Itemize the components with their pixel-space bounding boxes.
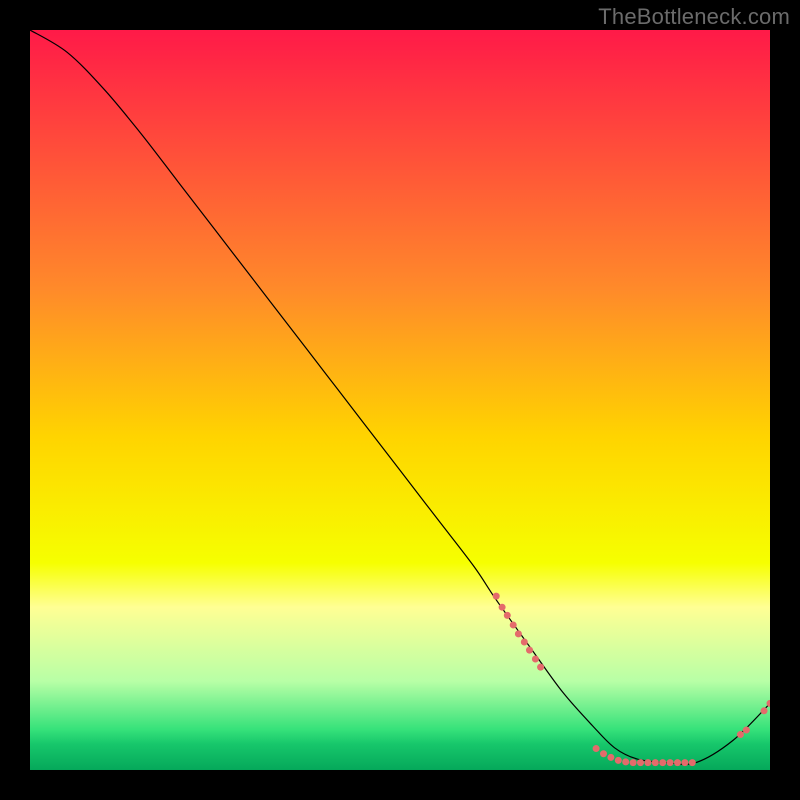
dot-highlight-dots [526,647,533,654]
dot-highlight-dots [515,630,522,637]
dot-highlight-dots [532,656,539,663]
dot-highlight-dots [615,757,622,764]
dot-highlight-dots [504,612,511,619]
watermark-text: TheBottleneck.com [598,4,790,30]
dot-highlight-dots [607,754,614,761]
chart-frame: TheBottleneck.com [0,0,800,800]
dot-highlight-dots [674,759,681,766]
dot-highlight-dots [537,664,544,671]
dot-highlight-dots [743,727,750,734]
dot-highlight-dots [659,759,666,766]
dot-highlight-dots [689,759,696,766]
dot-highlight-dots [510,621,517,628]
dot-highlight-dots [667,759,674,766]
dot-highlight-dots [593,745,600,752]
dot-highlight-dots [737,731,744,738]
dot-highlight-dots [681,759,688,766]
dot-highlight-dots [521,638,528,645]
dot-highlight-dots [630,759,637,766]
dot-highlight-dots [637,759,644,766]
dot-highlight-dots [644,759,651,766]
dot-highlight-dots [622,758,629,765]
dot-highlight-dots [493,593,500,600]
dot-highlight-dots [652,759,659,766]
dot-highlight-dots [499,604,506,611]
dot-highlight-dots [761,707,768,714]
plot-area [30,30,770,770]
bottleneck-chart [30,30,770,770]
gradient-background [30,30,770,770]
dot-highlight-dots [600,750,607,757]
